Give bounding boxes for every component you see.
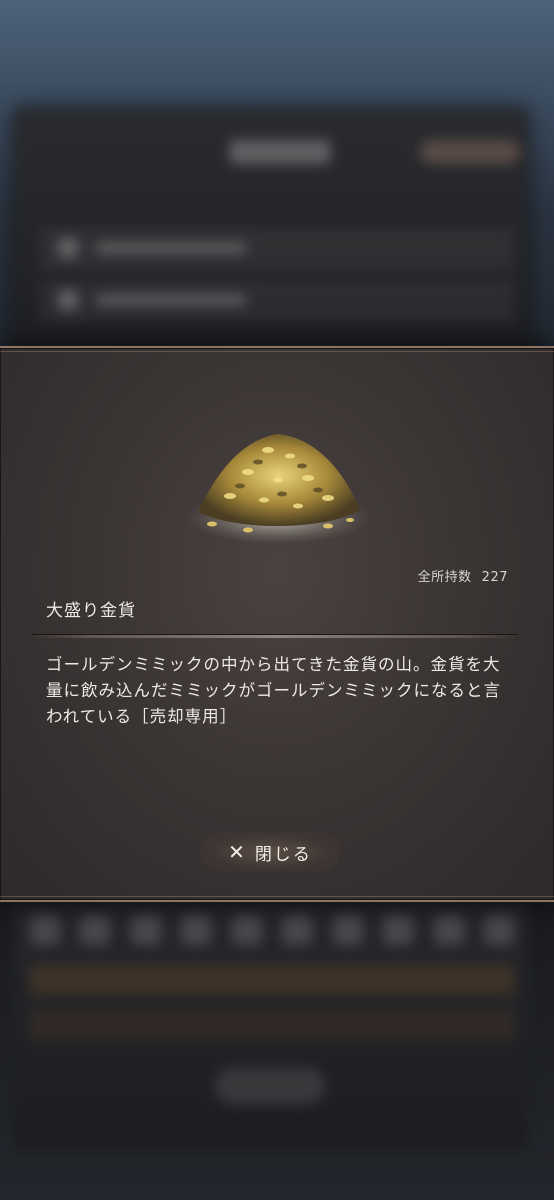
close-button[interactable]: ✕ 閉じる [200, 832, 340, 872]
background-button [215, 1068, 325, 1104]
background-row [40, 280, 514, 321]
item-name: 大盛り金貨 [46, 601, 136, 621]
background-strip [30, 1010, 514, 1040]
background-row [40, 228, 514, 269]
background-icon-bar [30, 915, 514, 949]
item-description: ゴールデンミミックの中から出てきた金貨の山。金貨を大量に飲み込んだミミックがゴー… [46, 655, 501, 726]
gold-coin-pile-icon [186, 434, 370, 544]
close-button-label: 閉じる [254, 844, 312, 865]
owned-count-value: 227 [481, 570, 508, 585]
background-strip [30, 965, 514, 995]
background-chip [420, 140, 520, 164]
owned-count-label: 全所持数 [417, 570, 472, 585]
owned-count: 全所持数 227 [418, 566, 508, 585]
close-icon: ✕ [228, 840, 245, 864]
item-detail-modal: 全所持数 227 大盛り金貨 ゴールデンミミックの中から出てきた金貨の山。金貨を大… [0, 346, 554, 902]
background-title [230, 140, 330, 164]
divider [32, 634, 518, 638]
